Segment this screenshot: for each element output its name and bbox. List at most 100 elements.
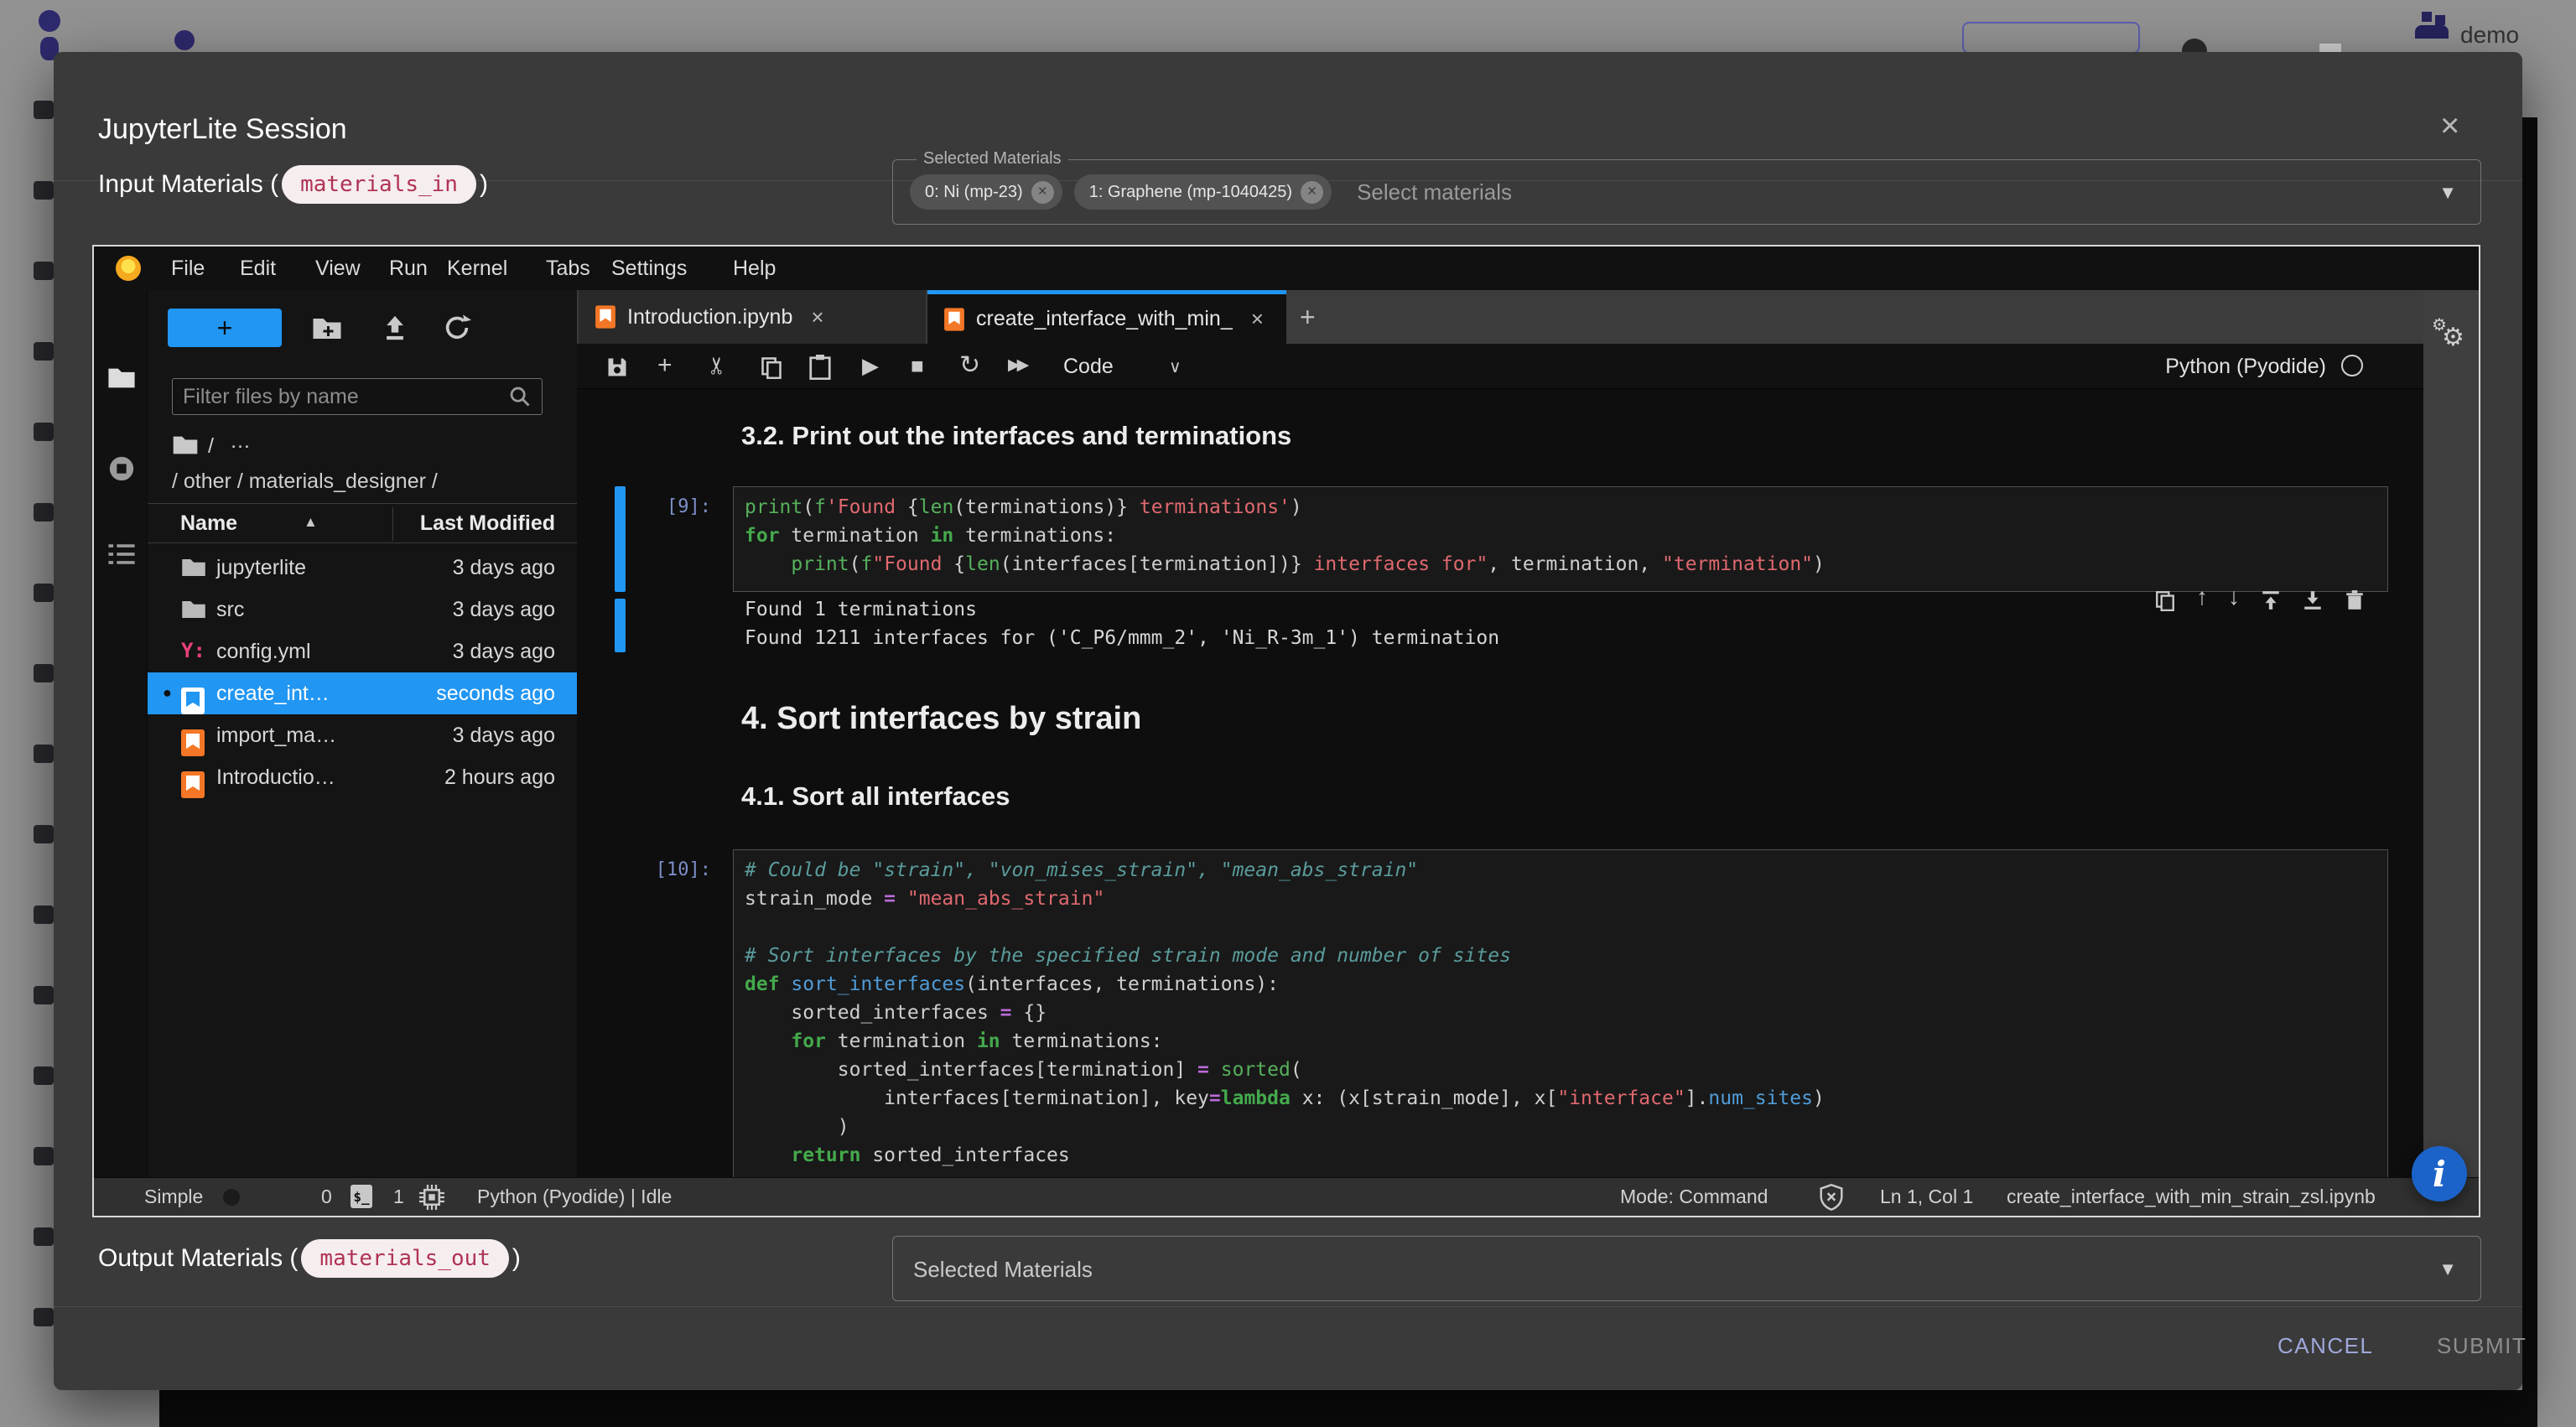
materials-in-chip: materials_in	[282, 165, 476, 204]
section-heading-4: 4. Sort interfaces by strain	[741, 701, 1141, 737]
background-sidebar-icon	[34, 584, 54, 602]
column-last-modified[interactable]: Last Modified	[420, 511, 555, 536]
insert-cell-below-icon[interactable]	[2302, 589, 2324, 611]
file-name: src	[216, 598, 244, 622]
kernel-status-text[interactable]: Python (Pyodide) | Idle	[477, 1186, 672, 1208]
menu-edit[interactable]: Edit	[240, 257, 276, 281]
breadcrumb-ellipsis[interactable]: …	[230, 429, 251, 454]
cancel-button[interactable]: CANCEL	[2277, 1333, 2373, 1359]
background-sidebar-icon	[34, 664, 54, 682]
material-chip-graphene[interactable]: 1: Graphene (mp-1040425) ×	[1074, 174, 1332, 210]
output-line: Found 1 terminations	[745, 599, 977, 620]
column-divider	[392, 507, 393, 541]
lab-left-rail	[94, 290, 148, 1177]
insert-cell-above-icon[interactable]	[2260, 589, 2282, 611]
kernels-count[interactable]: 1	[393, 1186, 404, 1208]
menu-file[interactable]: File	[171, 257, 205, 281]
file-browser-icon[interactable]	[107, 366, 136, 391]
menu-run[interactable]: Run	[389, 257, 428, 281]
stop-kernel-icon[interactable]: ■	[911, 353, 924, 378]
insert-cell-icon[interactable]: +	[657, 353, 673, 378]
breadcrumb-root[interactable]: /	[208, 434, 214, 459]
new-launcher-button[interactable]: +	[168, 309, 282, 347]
refresh-icon[interactable]	[443, 314, 471, 342]
trust-shield-icon[interactable]	[1819, 1184, 1844, 1211]
unsaved-dot-icon: ●	[163, 684, 172, 702]
paste-cells-icon[interactable]	[808, 355, 832, 380]
duplicate-cell-icon[interactable]	[2154, 589, 2176, 611]
restart-kernel-icon[interactable]: ↻	[959, 353, 980, 378]
cut-cells-icon[interactable]: ✂	[705, 355, 730, 375]
menu-help[interactable]: Help	[733, 257, 776, 281]
menu-tabs[interactable]: Tabs	[546, 257, 590, 281]
kernel-status-icon[interactable]	[2341, 355, 2363, 376]
file-modified: seconds ago	[436, 682, 555, 706]
file-row-src[interactable]: src 3 days ago	[148, 589, 577, 630]
tab-label: create_interface_with_min_	[976, 307, 1233, 331]
cursor-position[interactable]: Ln 1, Col 1	[1880, 1186, 1973, 1208]
notebook-content[interactable]: 3.2. Print out the interfaces and termin…	[577, 389, 2423, 1177]
simple-mode-label: Simple	[144, 1186, 203, 1208]
chip-remove-icon[interactable]: ×	[1301, 181, 1323, 204]
cell-type-select[interactable]: Code	[1063, 355, 1114, 379]
column-name[interactable]: Name	[180, 511, 237, 536]
table-of-contents-icon[interactable]	[107, 542, 136, 567]
terminals-count[interactable]: 0	[321, 1186, 332, 1208]
submit-button[interactable]: SUBMIT	[2437, 1333, 2527, 1359]
new-folder-icon[interactable]	[312, 315, 342, 342]
chip-remove-icon[interactable]: ×	[1031, 181, 1054, 204]
cell-toolbar: ↑ ↓	[2154, 589, 2366, 611]
app-logo	[39, 10, 60, 32]
output-materials-select[interactable]: Selected Materials ▼	[892, 1236, 2481, 1301]
upload-icon[interactable]	[381, 314, 409, 342]
file-modified: 3 days ago	[453, 556, 555, 580]
output-collapser[interactable]	[615, 599, 626, 652]
running-sessions-icon[interactable]	[107, 454, 136, 483]
statusbar-filename[interactable]: create_interface_with_min_strain_zsl.ipy…	[2007, 1186, 2376, 1208]
code-line: for termination in terminations:	[745, 525, 1116, 547]
file-row-create-interface[interactable]: ● create_int… seconds ago	[148, 672, 577, 714]
property-inspector-gears-icon[interactable]: ⚙⚙	[2442, 325, 2464, 350]
filter-placeholder: Filter files by name	[183, 385, 508, 409]
background-sidebar-icon	[34, 1066, 54, 1085]
output-label-text: Output Materials (	[98, 1244, 298, 1273]
move-cell-up-icon[interactable]: ↑	[2196, 584, 2208, 611]
menu-kernel[interactable]: Kernel	[447, 257, 507, 281]
tab-close-icon[interactable]: ×	[1251, 306, 1264, 332]
restart-run-all-icon[interactable]: ▶▶	[1008, 353, 1026, 378]
tab-introduction[interactable]: Introduction.ipynb ×	[579, 290, 926, 344]
file-row-config-yml[interactable]: Y: config.yml 3 days ago	[148, 630, 577, 672]
tab-create-interface[interactable]: create_interface_with_min_ ×	[927, 290, 1286, 344]
menu-settings[interactable]: Settings	[611, 257, 687, 281]
home-folder-icon[interactable]	[172, 434, 199, 456]
run-cell-icon[interactable]: ▶	[862, 353, 879, 378]
save-icon[interactable]	[605, 355, 629, 379]
copy-cells-icon[interactable]	[760, 355, 783, 379]
filter-files-input[interactable]: Filter files by name	[172, 378, 543, 415]
yaml-file-icon: Y:	[181, 639, 205, 662]
avatar	[2413, 12, 2452, 50]
info-button[interactable]: i	[2412, 1146, 2467, 1201]
folder-icon	[181, 557, 206, 579]
chevron-down-icon[interactable]: ▼	[2438, 1258, 2457, 1280]
mode-indicator[interactable]: Mode: Command	[1620, 1186, 1768, 1208]
cell-type-chevron-icon[interactable]: ∨	[1169, 356, 1182, 377]
kernel-name[interactable]: Python (Pyodide)	[2165, 355, 2326, 379]
input-materials-select[interactable]: Selected Materials 0: Ni (mp-23) × 1: Gr…	[892, 159, 2481, 225]
file-row-introduction[interactable]: Introductio… 2 hours ago	[148, 756, 577, 798]
delete-cell-icon[interactable]	[2344, 589, 2366, 611]
menu-view[interactable]: View	[315, 257, 361, 281]
file-row-jupyterlite[interactable]: jupyterlite 3 days ago	[148, 547, 577, 589]
file-list-header[interactable]: Name ▲ Last Modified	[148, 503, 577, 543]
file-row-import-material[interactable]: import_ma… 3 days ago	[148, 714, 577, 756]
breadcrumb-path[interactable]: / other / materials_designer /	[172, 470, 438, 494]
file-modified: 3 days ago	[453, 724, 555, 748]
close-icon[interactable]: ×	[2440, 109, 2459, 143]
new-tab-icon[interactable]: +	[1300, 302, 1316, 333]
lab-menubar: File Edit View Run Kernel Tabs Settings …	[94, 246, 2479, 290]
move-cell-down-icon[interactable]: ↓	[2228, 584, 2240, 611]
chevron-down-icon[interactable]: ▼	[2438, 182, 2457, 204]
material-chip-ni[interactable]: 0: Ni (mp-23) ×	[910, 174, 1062, 210]
sort-ascending-icon[interactable]: ▲	[304, 514, 318, 531]
tab-close-icon[interactable]: ×	[811, 304, 823, 330]
